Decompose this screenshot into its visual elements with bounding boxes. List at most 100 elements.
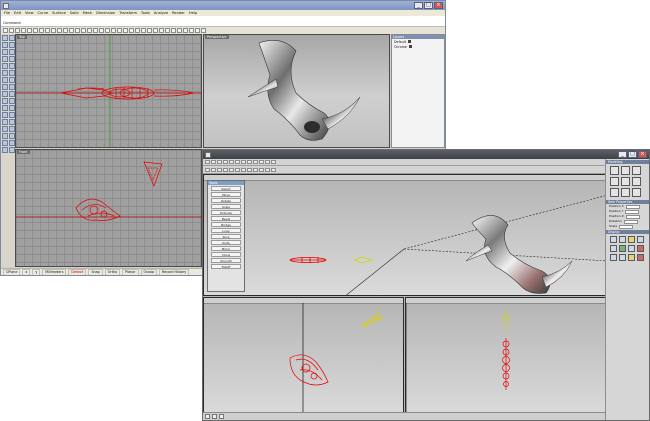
- workplane-icon[interactable]: [259, 167, 264, 172]
- texture-menu-icon[interactable]: [241, 160, 246, 164]
- tool-loop[interactable]: Loop: [211, 228, 241, 233]
- cut-icon[interactable]: [27, 28, 32, 33]
- record-icon[interactable]: [219, 414, 224, 419]
- tool-knife[interactable]: Knife: [211, 240, 241, 245]
- viewport-perspective-large[interactable]: [203, 174, 607, 296]
- status-planar[interactable]: Planar: [122, 268, 139, 275]
- redo-icon[interactable]: [51, 28, 56, 33]
- edit-menu-icon[interactable]: [211, 160, 216, 164]
- view-menu-icon[interactable]: [217, 160, 222, 164]
- system-menu-icon[interactable]: [265, 160, 270, 164]
- paste-icon[interactable]: [39, 28, 44, 33]
- maximize-icon[interactable]: □: [628, 151, 637, 158]
- open-icon[interactable]: [9, 28, 14, 33]
- rotate-view-icon[interactable]: [63, 28, 68, 33]
- display-mode-icon[interactable]: [610, 236, 617, 243]
- surface-icon[interactable]: [2, 77, 8, 83]
- material-icon[interactable]: [189, 28, 194, 33]
- item-mode-icon[interactable]: [223, 167, 228, 172]
- layout-menu-icon[interactable]: [259, 160, 264, 164]
- zoom-selected-icon[interactable]: [87, 28, 92, 33]
- viewport-front[interactable]: Front: [15, 149, 202, 267]
- status-layer[interactable]: Default: [68, 268, 87, 275]
- select-all-icon[interactable]: [147, 28, 152, 33]
- status-snap[interactable]: Snap: [88, 268, 103, 275]
- hide-icon[interactable]: [153, 28, 158, 33]
- status-osnap[interactable]: Osnap: [140, 268, 158, 275]
- tool-rotate[interactable]: Rotate: [211, 198, 241, 203]
- locator-icon[interactable]: [628, 254, 635, 261]
- tool-move[interactable]: Move: [211, 192, 241, 197]
- viewport-top[interactable]: Top: [15, 34, 202, 148]
- zoom-window-icon[interactable]: [75, 28, 80, 33]
- tool-clone[interactable]: Clone: [211, 252, 241, 257]
- material-mode-icon[interactable]: [229, 167, 234, 172]
- play-icon[interactable]: [205, 414, 210, 419]
- cylinder-icon[interactable]: [2, 98, 8, 104]
- replicator-icon[interactable]: [619, 254, 626, 261]
- properties-icon[interactable]: [177, 28, 182, 33]
- display-icon[interactable]: [265, 167, 270, 172]
- mesh-icon[interactable]: [2, 105, 8, 111]
- group-icon[interactable]: [628, 245, 635, 252]
- texture-icon[interactable]: [610, 245, 617, 252]
- scale-icon[interactable]: [2, 119, 8, 125]
- tool-extrude[interactable]: Extrude: [211, 210, 241, 215]
- action-center-icon[interactable]: [247, 167, 252, 172]
- wire-mode-icon[interactable]: [619, 236, 626, 243]
- dimension-icon[interactable]: [2, 147, 8, 153]
- viewport-perspective[interactable]: Perspective: [203, 34, 390, 148]
- tool-scale[interactable]: Scale: [211, 204, 241, 209]
- sphere-prim-icon[interactable]: [621, 166, 630, 175]
- show-icon[interactable]: [159, 28, 164, 33]
- tool-slice[interactable]: Slice: [211, 234, 241, 239]
- cone-prim-icon[interactable]: [610, 177, 619, 186]
- tool-falloff[interactable]: Falloff: [211, 264, 241, 269]
- light-mode-icon[interactable]: [628, 236, 635, 243]
- vertex-mode-icon[interactable]: [205, 167, 210, 172]
- pan-icon[interactable]: [57, 28, 62, 33]
- delete-icon[interactable]: [637, 254, 644, 261]
- new-icon[interactable]: [3, 28, 8, 33]
- undo-icon[interactable]: [45, 28, 50, 33]
- falloff-icon[interactable]: [253, 167, 258, 172]
- pen-tool-icon[interactable]: [632, 177, 641, 186]
- light-icon[interactable]: [195, 28, 200, 33]
- cube-prim-icon[interactable]: [610, 166, 619, 175]
- grid-icon[interactable]: [111, 28, 116, 33]
- xray-icon[interactable]: [141, 28, 146, 33]
- camera-icon[interactable]: [637, 236, 644, 243]
- offset-icon[interactable]: [2, 70, 8, 76]
- four-view-icon[interactable]: [99, 28, 104, 33]
- property-input[interactable]: [625, 214, 640, 219]
- tool-smooth[interactable]: Smooth: [211, 258, 241, 263]
- cylinder-prim-icon[interactable]: [632, 166, 641, 175]
- layer-color-swatch[interactable]: [408, 45, 412, 48]
- point-icon[interactable]: [2, 35, 8, 41]
- zoom-extents-icon[interactable]: [81, 28, 86, 33]
- viewport-front-b[interactable]: [203, 297, 404, 415]
- lock-icon[interactable]: [637, 245, 644, 252]
- help-icon[interactable]: [201, 28, 206, 33]
- property-input[interactable]: [619, 224, 634, 229]
- visibility-icon[interactable]: [610, 254, 617, 261]
- circle-icon[interactable]: [2, 49, 8, 55]
- tool-mirror[interactable]: Mirror: [211, 246, 241, 251]
- render-preview-icon[interactable]: [271, 167, 276, 172]
- geometry-menu-icon[interactable]: [235, 160, 240, 164]
- close-icon[interactable]: ×: [638, 151, 647, 158]
- stop-icon[interactable]: [212, 414, 217, 419]
- ghosted-icon[interactable]: [135, 28, 140, 33]
- snap-icon[interactable]: [235, 167, 240, 172]
- shaded-icon[interactable]: [123, 28, 128, 33]
- text-icon[interactable]: [2, 63, 8, 69]
- layer-color-swatch[interactable]: [408, 40, 412, 43]
- render-icon[interactable]: [183, 28, 188, 33]
- zoom-icon[interactable]: [69, 28, 74, 33]
- copy-obj-icon[interactable]: [2, 112, 8, 118]
- file-menu-icon[interactable]: [205, 160, 210, 164]
- rectangle-icon[interactable]: [2, 56, 8, 62]
- rendered-icon[interactable]: [129, 28, 134, 33]
- copy-icon[interactable]: [33, 28, 38, 33]
- sweep-icon[interactable]: [2, 84, 8, 90]
